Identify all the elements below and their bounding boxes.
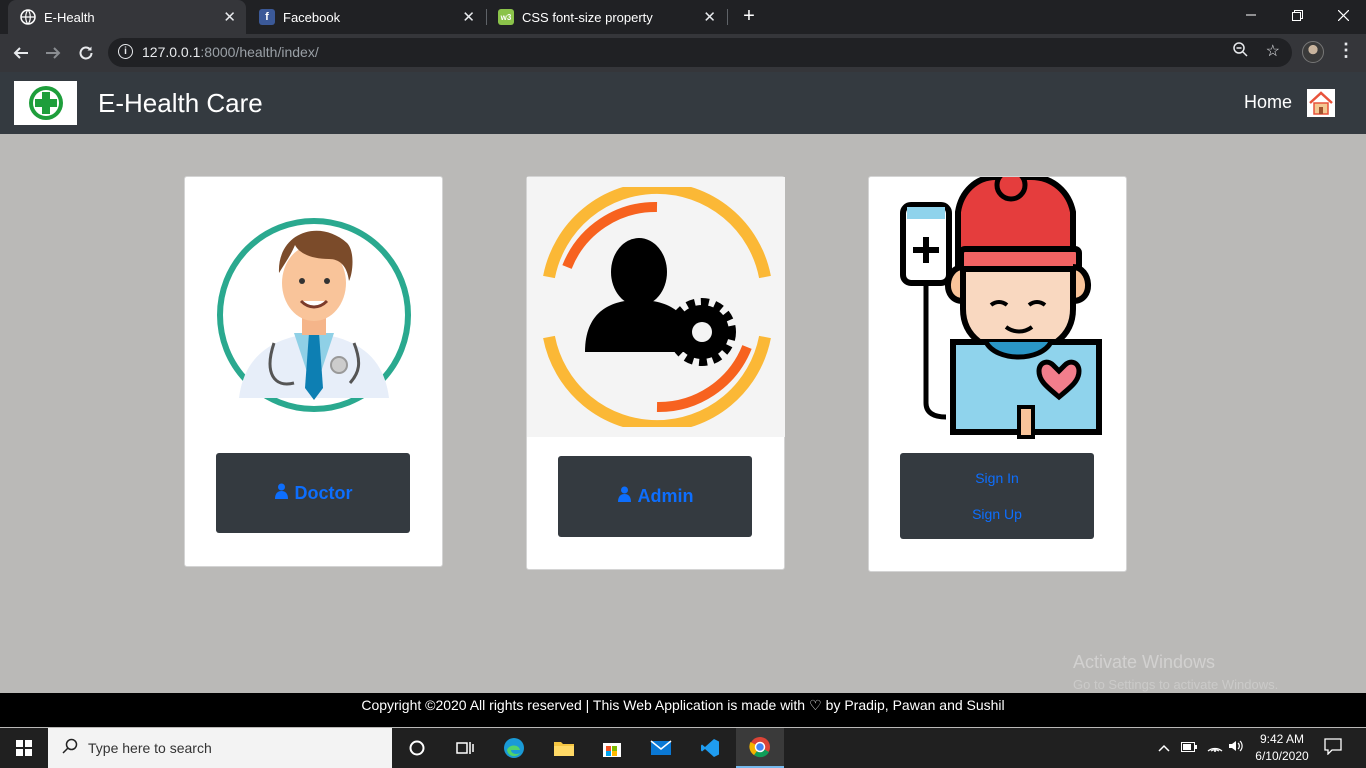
admin-card: Admin [526,176,785,570]
file-explorer-icon[interactable] [540,728,588,768]
taskbar-clock[interactable]: 9:42 AM 6/10/2020 [1250,731,1314,765]
doctor-illustration [217,218,411,412]
task-view-icon[interactable] [441,728,489,768]
tab-e-health[interactable]: E-Health ✕ [8,0,246,34]
tab-title: Facebook [283,9,341,25]
w3schools-icon: w3 [498,9,514,25]
url-text[interactable]: 127.0.0.1:8000/health/index/ [142,44,319,60]
new-tab-button[interactable]: + [738,4,760,28]
clock-time: 9:42 AM [1259,732,1305,746]
clock-date: 6/10/2020 [1255,749,1309,763]
sign-up-link[interactable]: Sign Up [972,506,1022,522]
site-logo[interactable] [14,81,77,125]
home-icon[interactable] [1307,89,1335,117]
profile-avatar[interactable] [1302,41,1324,63]
notifications-icon[interactable] [1324,738,1342,758]
sign-in-link[interactable]: Sign In [975,470,1019,486]
doctor-button-label: Doctor [294,482,353,503]
doctor-button[interactable]: Doctor [216,453,410,533]
tab-title: CSS font-size property [522,9,653,25]
chrome-icon[interactable] [736,728,784,768]
close-window-button[interactable] [1320,0,1366,30]
admin-illustration [543,187,771,427]
activate-windows-subtitle: Go to Settings to activate Windows. [1073,677,1279,692]
wifi-icon[interactable] [1207,740,1223,755]
nav-home-link[interactable]: Home [1244,92,1292,113]
edge-browser-icon[interactable] [490,728,538,768]
back-button[interactable] [8,40,34,66]
tab-title: E-Health [44,9,95,25]
close-tab-icon[interactable]: ✕ [703,8,716,26]
bookmark-star-icon[interactable]: ☆ [1266,41,1280,61]
footer-text-end: by Pradip, Pawan and Sushil [825,697,1005,713]
tab-css-font-size[interactable]: w3 CSS font-size property ✕ [486,0,726,34]
patient-auth-panel: Sign In Sign Up [900,453,1094,539]
browser-tab-strip: E-Health ✕ f Facebook ✕ w3 CSS font-size… [0,0,1366,34]
browser-toolbar: i 127.0.0.1:8000/health/index/ ☆ ⋮ [0,34,1366,72]
site-brand[interactable]: E-Health Care [98,88,263,119]
start-button[interactable] [0,728,48,768]
site-footer: Copyright ©2020 All rights reserved | Th… [0,693,1366,727]
footer-text-start: Copyright ©2020 All rights reserved | Th… [361,697,806,713]
browser-menu-icon[interactable]: ⋮ [1337,40,1355,61]
zoom-icon[interactable] [1233,42,1248,61]
close-tab-icon[interactable]: ✕ [223,8,236,26]
admin-button-label: Admin [637,486,694,506]
battery-icon[interactable] [1181,740,1197,755]
taskbar-search-box[interactable]: Type here to search [48,728,392,768]
volume-icon[interactable] [1228,740,1244,755]
reload-button[interactable] [73,40,99,66]
restore-button[interactable] [1274,0,1320,30]
activate-windows-title: Activate Windows [1073,652,1216,672]
admin-button[interactable]: Admin [558,456,752,537]
search-icon [62,738,78,759]
user-icon [274,483,289,504]
tray-overflow-icon[interactable] [1158,740,1170,755]
address-bar[interactable]: i 127.0.0.1:8000/health/index/ ☆ [108,38,1292,67]
doctor-card: Doctor [184,176,443,567]
tab-facebook[interactable]: f Facebook ✕ [247,0,485,34]
health-cross-icon [28,86,63,120]
cortana-icon[interactable] [393,728,441,768]
close-tab-icon[interactable]: ✕ [462,8,475,26]
windows-taskbar: Type here to search 9:42 AM 6/10/2020 [0,728,1366,768]
vscode-icon[interactable] [686,728,734,768]
user-icon [617,486,632,507]
facebook-icon: f [259,9,275,25]
search-placeholder: Type here to search [88,740,212,756]
tab-separator [727,9,728,25]
patient-illustration [900,177,1102,439]
globe-icon [20,9,36,25]
mail-icon[interactable] [637,728,685,768]
windows-logo-icon [16,740,32,756]
patient-card: Sign In Sign Up [868,176,1127,572]
site-navbar: E-Health Care Home [0,72,1366,134]
forward-button[interactable] [40,40,66,66]
site-info-icon[interactable]: i [118,44,133,59]
minimize-button[interactable] [1228,0,1274,30]
store-icon[interactable] [588,728,636,768]
heart-icon: ♡ [809,696,822,713]
